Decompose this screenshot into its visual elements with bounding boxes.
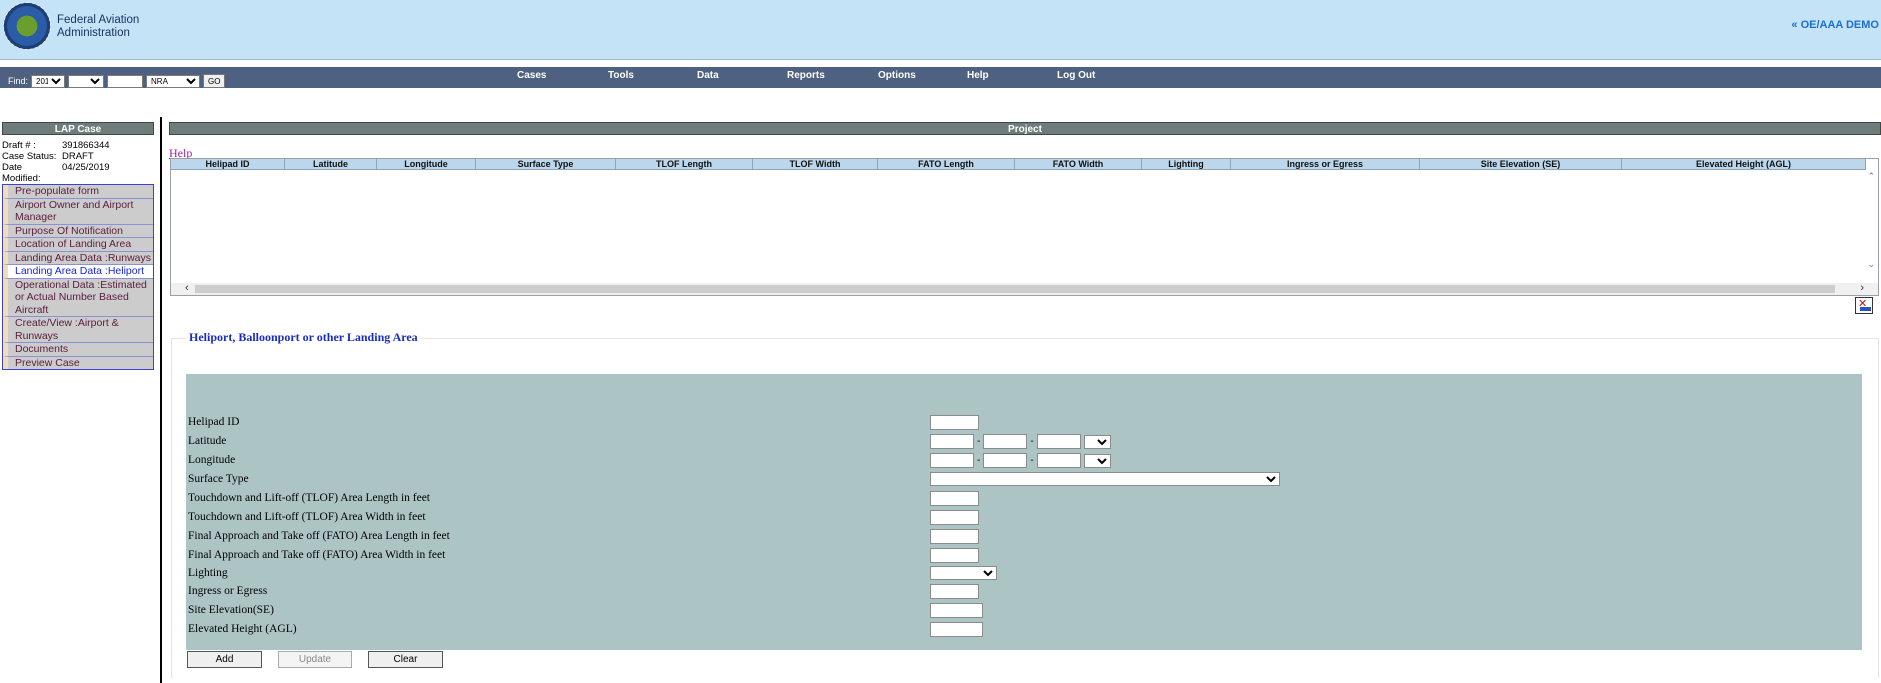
- ingress-egress-input[interactable]: [930, 584, 979, 599]
- menu-reports[interactable]: Reports: [787, 70, 825, 81]
- col-elevated-height[interactable]: Elevated Height (AGL): [1622, 159, 1866, 169]
- case-info: Draft # :391866344 Case Status: DRAFT Dat…: [2, 140, 110, 184]
- menu-logout[interactable]: Log Out: [1057, 70, 1095, 81]
- case-status: DRAFT: [62, 151, 94, 162]
- app-header: Federal Aviation Administration « OE/AAA…: [0, 0, 1881, 60]
- elevated-height-input[interactable]: [930, 622, 983, 637]
- longitude-hemisphere-select[interactable]: [1083, 453, 1111, 468]
- helipad-grid: Helipad ID Latitude Longitude Surface Ty…: [170, 158, 1879, 296]
- surface-type-select[interactable]: [930, 472, 1280, 486]
- row-helipad-id: Helipad ID: [188, 415, 1858, 431]
- row-latitude: Latitude - -: [188, 434, 1858, 450]
- col-site-elevation[interactable]: Site Elevation (SE): [1420, 159, 1622, 169]
- longitude-deg-input[interactable]: [930, 453, 974, 468]
- find-type-select[interactable]: NRA: [146, 74, 201, 88]
- step-operational[interactable]: Operational Data :Estimated or Actual Nu…: [3, 278, 153, 317]
- row-surface-type: Surface Type: [188, 472, 1858, 488]
- longitude-min-input[interactable]: [983, 453, 1028, 468]
- nav-bar: Find: 2019 NRA GO Cases Tools Data Repor…: [0, 67, 1881, 88]
- agency-name: Federal Aviation Administration: [57, 14, 140, 39]
- lap-case-title: LAP Case: [2, 122, 154, 135]
- add-button[interactable]: Add: [187, 651, 262, 668]
- row-longitude: Longitude - -: [188, 453, 1858, 469]
- step-runways[interactable]: Landing Area Data :Runways: [3, 251, 153, 265]
- helipad-id-input[interactable]: [930, 415, 979, 430]
- update-button[interactable]: Update: [278, 651, 352, 668]
- row-fato-length: Final Approach and Take off (FATO) Area …: [188, 529, 1858, 545]
- grid-header: Helipad ID Latitude Longitude Surface Ty…: [171, 159, 1866, 170]
- scroll-right-icon[interactable]: ›: [1860, 282, 1864, 294]
- find-label: Find:: [8, 76, 29, 86]
- col-latitude[interactable]: Latitude: [285, 159, 377, 169]
- col-ingress[interactable]: Ingress or Egress: [1231, 159, 1420, 169]
- col-surface-type[interactable]: Surface Type: [476, 159, 616, 169]
- longitude-sec-input[interactable]: [1036, 453, 1081, 468]
- step-documents[interactable]: Documents: [3, 343, 153, 357]
- site-elevation-input[interactable]: [930, 603, 983, 618]
- row-tlof-length: Touchdown and Lift-off (TLOF) Area Lengt…: [188, 491, 1858, 507]
- col-lighting[interactable]: Lighting: [1142, 159, 1231, 169]
- clear-button[interactable]: Clear: [368, 651, 443, 668]
- faa-seal-logo: [3, 2, 51, 50]
- step-prepopulate[interactable]: Pre-populate form: [3, 185, 153, 199]
- lighting-select[interactable]: [930, 566, 997, 580]
- find-field2-select[interactable]: [68, 74, 105, 88]
- row-lighting: Lighting: [188, 566, 1858, 582]
- step-heliport[interactable]: Landing Area Data :Heliport: [3, 265, 153, 279]
- latitude-hemisphere-select[interactable]: [1083, 434, 1111, 449]
- col-helipad-id[interactable]: Helipad ID: [171, 159, 285, 169]
- menu-help[interactable]: Help: [967, 70, 989, 81]
- find-text-input[interactable]: [107, 74, 144, 88]
- fato-width-input[interactable]: [930, 548, 979, 563]
- panel-divider: [160, 117, 162, 683]
- go-button[interactable]: GO: [203, 74, 226, 88]
- col-fato-width[interactable]: FATO Width: [1015, 159, 1142, 169]
- scrollbar-thumb[interactable]: [195, 285, 1835, 293]
- latitude-min-input[interactable]: [983, 434, 1028, 449]
- latitude-sec-input[interactable]: [1036, 434, 1081, 449]
- find-bar: Find: 2019 NRA GO: [8, 74, 226, 88]
- find-year-select[interactable]: 2019: [31, 74, 66, 88]
- step-purpose[interactable]: Purpose Of Notification: [3, 224, 153, 238]
- row-fato-width: Final Approach and Take off (FATO) Area …: [188, 548, 1858, 564]
- case-steps-nav: Pre-populate form Airport Owner and Airp…: [2, 184, 154, 370]
- export-excel-icon[interactable]: ✕: [1855, 297, 1873, 314]
- fato-length-input[interactable]: [930, 529, 979, 544]
- scroll-down-icon[interactable]: ⌄: [1867, 259, 1875, 270]
- draft-number: 391866344: [62, 140, 110, 151]
- step-owner-manager[interactable]: Airport Owner and Airport Manager: [3, 198, 153, 225]
- tlof-width-input[interactable]: [930, 510, 979, 525]
- horizontal-scrollbar[interactable]: ‹ ›: [171, 282, 1878, 295]
- row-tlof-width: Touchdown and Lift-off (TLOF) Area Width…: [188, 510, 1858, 526]
- menu-cases[interactable]: Cases: [517, 70, 546, 81]
- row-site-elevation: Site Elevation(SE): [188, 603, 1858, 619]
- col-tlof-length[interactable]: TLOF Length: [616, 159, 753, 169]
- date-modified: 04/25/2019: [62, 162, 110, 173]
- row-ingress: Ingress or Egress: [188, 584, 1858, 600]
- main-menu: Cases Tools Data Reports Options Help Lo…: [0, 70, 1881, 84]
- col-fato-length[interactable]: FATO Length: [878, 159, 1015, 169]
- step-preview[interactable]: Preview Case: [3, 356, 153, 369]
- scroll-up-icon[interactable]: ⌃: [1867, 171, 1875, 182]
- heliport-form: Helipad ID Latitude - - Longitude - - Su…: [186, 374, 1862, 650]
- row-elevated-height: Elevated Height (AGL): [188, 622, 1858, 638]
- menu-options[interactable]: Options: [878, 70, 916, 81]
- project-title: Project: [169, 122, 1881, 135]
- col-tlof-width[interactable]: TLOF Width: [753, 159, 878, 169]
- col-longitude[interactable]: Longitude: [377, 159, 476, 169]
- menu-data[interactable]: Data: [697, 70, 719, 81]
- step-location[interactable]: Location of Landing Area: [3, 238, 153, 252]
- demo-link[interactable]: « OE/AAA DEMO: [1791, 19, 1879, 31]
- tlof-length-input[interactable]: [930, 491, 979, 506]
- step-create-view[interactable]: Create/View :Airport & Runways: [3, 317, 153, 343]
- menu-tools[interactable]: Tools: [608, 70, 634, 81]
- form-title: Heliport, Balloonport or other Landing A…: [186, 330, 421, 345]
- scroll-left-icon[interactable]: ‹: [185, 282, 189, 294]
- latitude-deg-input[interactable]: [930, 434, 974, 449]
